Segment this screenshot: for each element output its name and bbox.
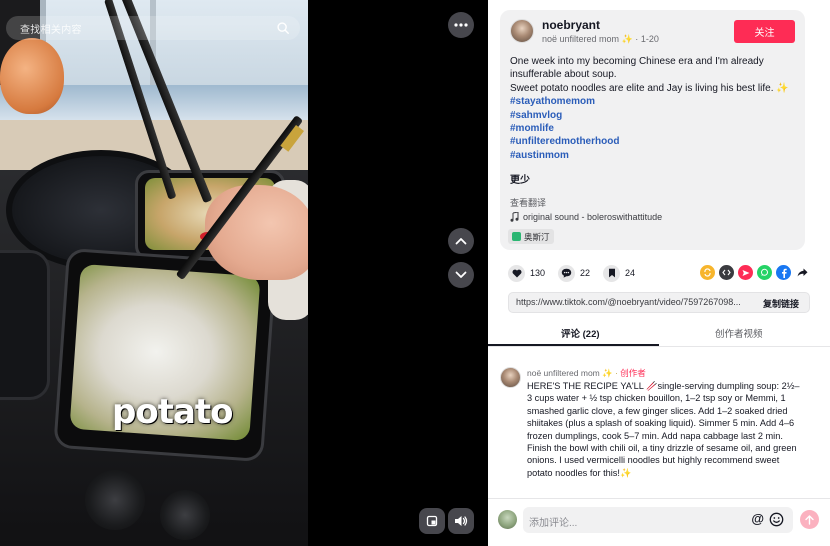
tab-creator-videos[interactable]: 创作者视频 [715, 326, 763, 340]
video-scene-burner [85, 470, 145, 530]
mention-icon[interactable]: @ [751, 511, 764, 526]
like-button[interactable]: 130 [508, 264, 546, 282]
tab-comments[interactable]: 评论 (22) [561, 326, 600, 340]
comment-input-placeholder: 添加评论... [529, 518, 578, 529]
next-video-button[interactable] [448, 262, 474, 288]
post-date: 1-20 [640, 34, 659, 44]
video-link-box: https://www.tiktok.com/@noebryant/video/… [508, 292, 810, 313]
hashtag-link[interactable]: #stayathomemom [510, 95, 800, 108]
current-user-avatar [498, 510, 517, 529]
share-arrow-glyph [797, 268, 808, 277]
comment-text: HERE'S THE RECIPE YA'LL 🥢single-serving … [527, 381, 800, 478]
volume-icon [455, 516, 468, 526]
video-search-placeholder: 查找相关内容 [20, 25, 82, 36]
facebook-glyph [781, 268, 787, 278]
copy-link-button[interactable]: 复制链接 [763, 297, 799, 310]
send-glyph [742, 269, 749, 276]
whatsapp-icon[interactable] [757, 265, 772, 280]
arrow-up-icon [805, 514, 814, 525]
comment-header: noë unfiltered mom ✨ · 创作者 [527, 367, 646, 379]
author-display-name: noë unfiltered mom [542, 34, 620, 44]
hashtag-link[interactable]: #austinmom [510, 149, 800, 162]
comment-count: 22 [580, 268, 591, 278]
emoji-icon[interactable] [769, 512, 784, 527]
divider [488, 498, 830, 499]
bookmark-icon [608, 268, 615, 278]
description-card: noebryant noë unfiltered mom ✨ · 1-20 关注… [500, 10, 805, 250]
share-icons [700, 265, 810, 280]
video-scene-pumpkin [0, 38, 64, 114]
location-name: 奥斯汀 [524, 231, 550, 242]
action-circle [603, 264, 621, 282]
separator-dot: · [635, 34, 639, 44]
show-less-button[interactable]: 更少 [510, 171, 530, 186]
pip-icon [426, 515, 438, 527]
chevron-up-icon [455, 238, 467, 245]
save-button[interactable]: 24 [603, 264, 636, 282]
hashtag-link[interactable]: #unfilteredmotherhood [510, 135, 800, 148]
video-search-bar[interactable]: 查找相关内容 [6, 16, 300, 40]
video-url[interactable]: https://www.tiktok.com/@noebryant/video/… [516, 297, 752, 307]
author-username[interactable]: noebryant [542, 18, 600, 32]
video-scene-hand [205, 185, 308, 280]
music-note-icon [510, 212, 519, 222]
video-description: One week into my becoming Chinese era an… [510, 55, 800, 162]
action-circle [508, 264, 525, 282]
video-scene-window [40, 0, 308, 85]
divider [488, 346, 830, 347]
video-scene-burner-2 [160, 490, 210, 540]
description-line: Sweet potato noodles are elite and Jay i… [510, 82, 789, 94]
description-line: One week into my becoming Chinese era an… [510, 56, 764, 81]
author-avatar[interactable] [510, 19, 534, 43]
previous-video-button[interactable] [448, 228, 474, 254]
hashtag-link[interactable]: #sahmvlog [510, 109, 800, 122]
follow-button[interactable]: 关注 [734, 20, 795, 43]
embed-icon[interactable] [719, 265, 734, 280]
comment-author-suffix: ✨ · [602, 368, 618, 378]
video-scene-pot [0, 250, 50, 400]
video-area: 查找相关内容 potato [0, 0, 488, 546]
actions-row: 130 22 24 [508, 264, 810, 282]
sound-name: original sound - boleroswithattitude [523, 212, 663, 222]
comment-author-name[interactable]: noë unfiltered mom [527, 368, 600, 378]
sound-link[interactable]: original sound - boleroswithattitude [510, 212, 662, 222]
more-options-button[interactable] [448, 12, 474, 38]
volume-button[interactable] [448, 508, 474, 534]
location-pin-icon [512, 232, 521, 241]
video-caption-overlay: potato [112, 392, 234, 432]
send-icon[interactable] [738, 265, 753, 280]
like-count: 130 [530, 268, 546, 278]
facebook-icon[interactable] [776, 265, 791, 280]
embed-glyph [722, 269, 731, 276]
location-chip[interactable]: 奥斯汀 [508, 229, 554, 244]
action-circle [558, 264, 576, 282]
comment-input[interactable]: 添加评论... @ [523, 507, 793, 533]
whatsapp-glyph [761, 268, 768, 276]
send-comment-button[interactable] [800, 510, 819, 529]
more-dots-icon [454, 23, 468, 27]
creator-tag: 创作者 [620, 368, 646, 378]
sparkle-icon: ✨ [621, 34, 633, 44]
author-subline: noë unfiltered mom ✨ · 1-20 [542, 34, 659, 45]
heart-icon [512, 269, 521, 277]
save-count: 24 [625, 268, 636, 278]
comment-author-avatar[interactable] [500, 367, 521, 388]
search-icon[interactable] [276, 21, 290, 35]
picture-in-picture-button[interactable] [419, 508, 445, 534]
see-translation-link[interactable]: 查看翻译 [510, 196, 546, 209]
tabs: 评论 (22) 创作者视频 [488, 322, 830, 346]
video-player[interactable]: 查找相关内容 potato [0, 0, 308, 546]
hashtag-link[interactable]: #momlife [510, 122, 800, 135]
repost-icon[interactable] [700, 265, 715, 280]
repost-glyph [704, 268, 711, 277]
share-arrow-icon[interactable] [795, 265, 810, 280]
comment-bubble-icon [561, 268, 572, 278]
details-panel: noebryant noë unfiltered mom ✨ · 1-20 关注… [488, 0, 830, 546]
comment-button[interactable]: 22 [558, 264, 591, 282]
chevron-down-icon [455, 271, 467, 278]
